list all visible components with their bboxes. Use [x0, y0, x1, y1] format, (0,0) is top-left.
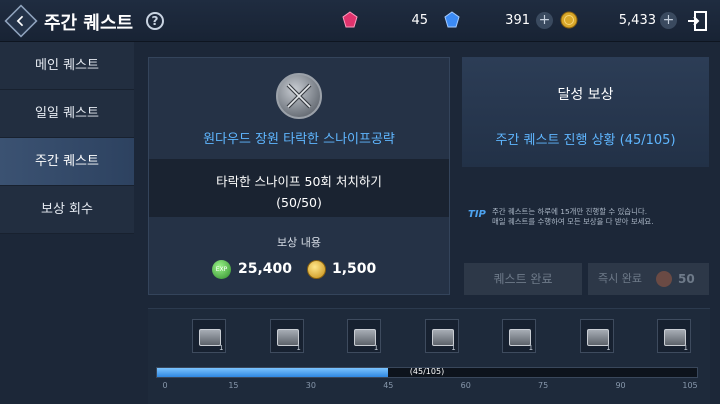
instant-complete-cost: 50 — [678, 272, 695, 286]
chest-count: 1 — [528, 344, 534, 352]
sidebar-item-weekly-quest[interactable]: 주간 퀘스트 — [0, 138, 134, 186]
reward-chest-1[interactable]: 1 — [192, 319, 227, 353]
chest-count: 1 — [373, 344, 379, 352]
tip-line-1: 주간 퀘스트는 하루에 15개만 진행할 수 있습니다. — [492, 207, 648, 216]
milestone-tick: 0 — [162, 381, 168, 390]
milestone-tick: 45 — [383, 381, 394, 390]
sidebar-item-main-quest[interactable]: 메인 퀘스트 — [0, 42, 134, 90]
chest-count: 1 — [683, 344, 688, 352]
reward-chest-5[interactable]: 1 — [502, 319, 537, 353]
reward-chest-7[interactable]: 1 — [657, 319, 691, 353]
achievement-title: 달성 보상 — [557, 87, 614, 103]
page-title: 주간 퀘스트 — [44, 13, 134, 34]
red-gem-icon — [342, 11, 358, 28]
reward-chest-6[interactable]: 1 — [579, 319, 614, 353]
add-gold-button[interactable]: + — [660, 12, 677, 29]
back-button[interactable] — [4, 4, 38, 38]
achievement-progress: 주간 퀘스트 진행 상황 (45/105) — [495, 133, 676, 148]
progress-bar: (45/105) — [156, 367, 698, 378]
red-gem-count: 45 — [411, 13, 428, 28]
milestone-tick: 15 — [228, 381, 239, 390]
top-bar: 주간 퀘스트 ? 45 391 + 5,433 + — [0, 0, 720, 42]
exp-reward-value: 25,400 — [238, 261, 293, 277]
quest-name: 원다우드 장원 타락한 스나이프공략 — [203, 132, 395, 147]
progress-bar-label: (45/105) — [409, 367, 445, 376]
gold-reward-value: 1,500 — [332, 261, 377, 277]
reward-label: 보상 내용 — [277, 236, 321, 249]
blue-gem-icon — [444, 11, 460, 28]
quest-objective: 타락한 스나이프 50회 처치하기 — [216, 174, 382, 189]
chest-count: 1 — [606, 344, 611, 352]
tip-label: TIP — [468, 209, 486, 220]
gold-coin-icon — [560, 11, 578, 29]
reward-chest-3[interactable]: 1 — [347, 319, 382, 353]
exp-icon: EXP — [212, 260, 231, 279]
exit-icon[interactable] — [686, 10, 708, 32]
instant-complete-button[interactable]: 즉시 완료 50 — [588, 263, 709, 295]
chest-count: 1 — [218, 344, 224, 352]
gold-count: 5,433 — [618, 13, 656, 28]
tip-text: 주간 퀘스트는 하루에 15개만 진행할 수 있습니다. 매일 퀘스트를 수행하… — [492, 207, 707, 227]
milestone-area: 1 1 1 1 1 1 1 (45/105) 0 15 30 45 60 75 90 105 — [148, 308, 710, 404]
chest-count: 1 — [451, 344, 456, 352]
help-icon[interactable]: ? — [146, 12, 164, 30]
gold-coin-icon — [307, 260, 326, 279]
instant-complete-label: 즉시 완료 — [598, 272, 642, 285]
milestone-tick: 105 — [682, 381, 698, 390]
back-arrow-icon — [16, 15, 24, 27]
chest-count: 1 — [296, 344, 301, 352]
quest-objective-box: 타락한 스나이프 50회 처치하기 (50/50) — [149, 159, 449, 217]
milestone-tick: 30 — [305, 381, 316, 390]
reward-chest-4[interactable]: 1 — [424, 319, 459, 353]
sidebar: 메인 퀘스트 일일 퀘스트 주간 퀘스트 보상 회수 — [0, 42, 134, 234]
achievement-panel: 달성 보상 주간 퀘스트 진행 상황 (45/105) TIP 주간 퀘스트는 … — [462, 57, 709, 295]
tip-line-2: 매일 퀘스트를 수행하여 모든 보상을 다 받아 보세요. — [492, 217, 654, 226]
milestone-tick: 60 — [460, 381, 471, 390]
sidebar-item-daily-quest[interactable]: 일일 퀘스트 — [0, 90, 134, 138]
milestone-tick: 75 — [538, 381, 549, 390]
milestone-tick: 90 — [615, 381, 626, 390]
reward-chest-2[interactable]: 1 — [269, 319, 304, 353]
quest-card[interactable]: 원다우드 장원 타락한 스나이프공략 타락한 스나이프 50회 처치하기 (50… — [148, 57, 450, 295]
sidebar-item-reward-collect[interactable]: 보상 회수 — [0, 186, 134, 234]
blue-gem-count: 391 — [505, 13, 530, 28]
achievement-box: 달성 보상 주간 퀘스트 진행 상황 (45/105) — [462, 57, 709, 167]
quest-complete-button[interactable]: 퀘스트 완료 — [464, 263, 582, 295]
quest-progress: (50/50) — [276, 195, 322, 210]
add-blue-gem-button[interactable]: + — [536, 12, 553, 29]
gem-icon — [656, 271, 672, 287]
crossed-swords-icon — [276, 73, 322, 119]
